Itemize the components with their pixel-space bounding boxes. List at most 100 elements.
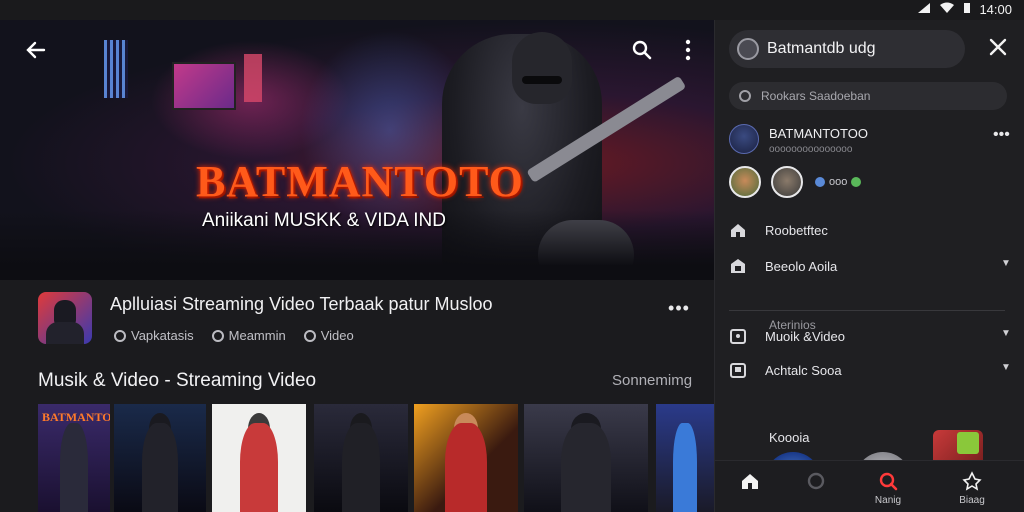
hero-figure-mask (522, 76, 562, 84)
recent-item-badge (957, 432, 979, 454)
account-row[interactable]: BATMANTOTOO ooooooooooooooo ••• (729, 124, 1019, 160)
home-icon (729, 221, 747, 239)
app-title: Aplluiasi Streaming Video Terbaak patur … (110, 294, 493, 314)
hero-stage-light (104, 40, 128, 98)
search-button[interactable] (624, 34, 660, 70)
close-icon (988, 37, 1008, 62)
video-thumbnail[interactable]: BATMANTOO (38, 404, 110, 512)
nav-search[interactable]: Nanig (853, 461, 923, 512)
nav-label: Nanig (874, 495, 902, 506)
hero-subtitle: Aniikani MUSKK & VIDA IND (202, 210, 446, 231)
more-vertical-icon (684, 38, 692, 67)
store-icon (729, 257, 747, 275)
app-tag-label: Vapkatasis (131, 328, 194, 343)
thumbnail-figure (561, 423, 611, 512)
nav-profile[interactable]: Biaag (937, 461, 1007, 512)
menu-item[interactable]: Roobetftec (729, 216, 1019, 244)
friend-mini-text: ooo (829, 176, 848, 188)
close-button[interactable] (983, 34, 1013, 64)
more-horizontal-icon: ••• (993, 126, 1010, 143)
hero-stage-screen (172, 62, 236, 110)
back-button[interactable] (18, 34, 54, 70)
bookmark-icon (729, 361, 747, 379)
status-icons: 14:00 (917, 2, 1012, 17)
section-title: Musik & Video - Streaming Video (38, 370, 317, 391)
account-subtitle: ooooooooooooooo (769, 144, 853, 155)
account-name: BATMANTOTOO (769, 126, 868, 141)
more-horizontal-icon: ••• (668, 297, 690, 318)
status-bar: 14:00 (0, 0, 1024, 20)
calendar-icon (729, 327, 747, 345)
bottom-navigation: Nanig Biaag (715, 460, 1024, 512)
search-icon (739, 90, 751, 102)
friend-avatar[interactable] (771, 166, 803, 198)
app-tag[interactable]: Vapkatasis (114, 328, 194, 343)
hero-title: BATMANTOTO (196, 157, 524, 206)
friends-row: ooo (729, 166, 1019, 202)
video-thumbnail[interactable] (114, 404, 206, 512)
home-icon (740, 471, 760, 491)
video-thumbnail[interactable] (212, 404, 306, 512)
menu-item-label: Muoik &Video (765, 328, 845, 344)
app-tags: Vapkatasis Meammin Video (114, 328, 354, 343)
thumbnail-figure (673, 423, 697, 512)
profile-icon (962, 471, 982, 491)
thumbnail-figure (141, 423, 179, 512)
app-logo[interactable] (38, 292, 92, 344)
tag-icon (211, 329, 224, 342)
nav-home[interactable] (715, 461, 785, 512)
more-button[interactable] (670, 34, 706, 70)
section-see-all-link[interactable]: Sonnemimg (612, 372, 692, 389)
app-info-row: Aplluiasi Streaming Video Terbaak patur … (0, 290, 714, 370)
divider (729, 310, 1005, 311)
account-more-button[interactable]: ••• (993, 126, 1010, 144)
menu-item[interactable]: Beeolo Aoila ▼ (729, 252, 1019, 280)
app-tag-label: Meammin (228, 328, 286, 343)
search-field-value: Batmantdb udg (767, 40, 876, 57)
app-tag[interactable]: Meammin (211, 328, 286, 343)
avatar (729, 124, 759, 154)
search-icon (630, 38, 654, 67)
app-tag[interactable]: Video (303, 328, 354, 343)
friend-avatar[interactable] (729, 166, 761, 198)
friend-mini-info: ooo (815, 176, 862, 188)
activity-icon (806, 471, 826, 491)
menu-item-label: Beeolo Aoila (765, 258, 838, 274)
menu-item[interactable]: Muoik &Video ▼ (729, 322, 1019, 350)
signal-icon (917, 2, 931, 17)
main-content: BATMANTOTO Aniikani MUSKK & VIDA IND Apl… (0, 20, 714, 512)
thumbnail-figure (445, 423, 487, 512)
chevron-down-icon: ▼ (1001, 328, 1011, 339)
chevron-down-icon: ▼ (1001, 258, 1011, 269)
search-field[interactable]: Batmantdb udg (729, 30, 965, 68)
secondary-search-placeholder: Rookars Saadoeban (761, 89, 871, 103)
search-icon (878, 471, 898, 491)
tag-icon (303, 329, 316, 342)
nav-label: Biaag (959, 495, 985, 506)
tag-icon (114, 329, 126, 342)
side-panel: Batmantdb udg Rookars Saadoeban BATMANTO… (714, 20, 1024, 512)
video-thumbnail[interactable] (656, 404, 714, 512)
status-dot-icon (815, 177, 825, 187)
thumbnail-figure (342, 423, 380, 512)
secondary-search-field[interactable]: Rookars Saadoeban (729, 82, 1007, 110)
wifi-icon (939, 2, 955, 17)
nav-activity[interactable] (781, 461, 851, 512)
search-icon (737, 38, 759, 60)
battery-icon (963, 2, 971, 17)
hero-banner: BATMANTOTO Aniikani MUSKK & VIDA IND (0, 20, 714, 280)
video-thumbnail[interactable] (314, 404, 408, 512)
arrow-left-icon (24, 38, 48, 67)
recents-label: Koooia (769, 430, 810, 445)
hero-stage-light (244, 54, 262, 102)
status-dot-icon (851, 177, 862, 187)
hero-figure-head (512, 32, 572, 104)
thumbnail-figure (240, 423, 278, 512)
app-tag-label: Video (320, 328, 354, 343)
thumbnail-figure (59, 423, 89, 512)
video-thumbnail[interactable] (414, 404, 518, 512)
app-more-button[interactable]: ••• (664, 298, 694, 318)
menu-item[interactable]: Achtalc Sooa ▼ (729, 356, 1019, 384)
status-time: 14:00 (979, 2, 1012, 17)
video-thumbnail[interactable] (524, 404, 648, 512)
